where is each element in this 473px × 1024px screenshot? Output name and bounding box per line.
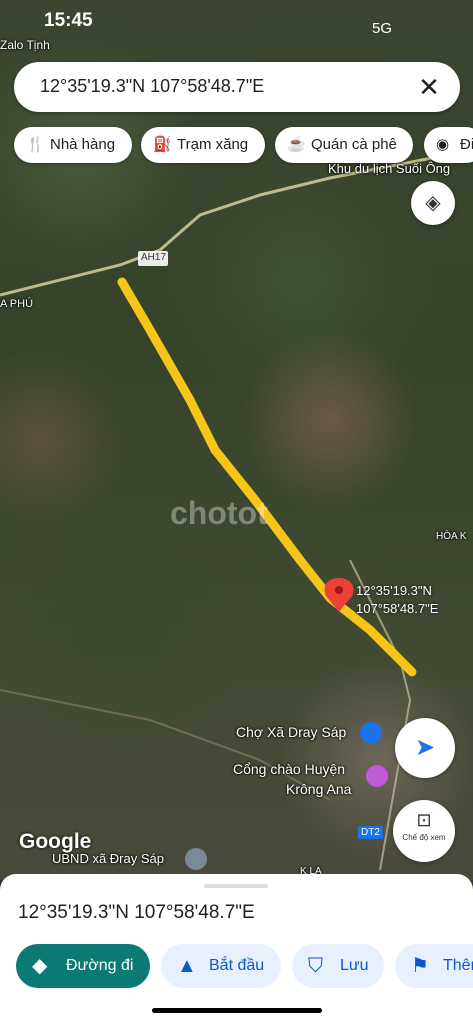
gas-station-icon: ⛽ <box>153 136 172 153</box>
home-indicator[interactable] <box>152 1008 322 1013</box>
attraction-icon: ◉ <box>436 136 450 153</box>
pin-lat: 12°35'19.3"N <box>356 583 432 598</box>
map-label-district: HÒA K <box>436 531 467 542</box>
coffee-icon: ☕ <box>287 136 306 153</box>
directions-icon: ◆ <box>32 955 48 977</box>
layers-icon: ◈ <box>425 192 441 214</box>
road-shield-dt2: DT2 <box>358 826 383 839</box>
map-label-market[interactable]: Chợ Xã Dray Sáp <box>236 724 346 740</box>
pin-label: 12°35'19.3"N 107°58'48.7"E <box>356 582 438 618</box>
map-label-gate-1[interactable]: Cổng chào Huyện <box>233 761 345 777</box>
map-label-gate-2[interactable]: Krông Ana <box>286 781 351 797</box>
chip-label: Quán cà phê <box>311 136 397 153</box>
search-input[interactable]: 12°35'19.3"N 107°58'48.7"E <box>40 76 264 97</box>
sheet-coords: 12°35'19.3"N 107°58'48.7"E <box>18 902 255 923</box>
chip-attraction[interactable]: ◉ Đi <box>424 127 473 163</box>
pin-lon: 107°58'48.7"E <box>356 601 439 616</box>
more-label: Thêm <box>443 957 473 974</box>
bottom-sheet[interactable]: 12°35'19.3"N 107°58'48.7"E ◆ Đường đi ▲ … <box>0 874 473 1024</box>
restaurant-icon: 🍴 <box>26 136 45 153</box>
sheet-handle[interactable] <box>204 884 268 888</box>
watermark: chotot <box>170 495 268 531</box>
close-icon[interactable]: ✕ <box>414 72 444 102</box>
flag-icon: ⚑ <box>411 955 429 977</box>
more-button[interactable]: ⚑ Thêm <box>395 944 473 988</box>
chip-label: Trạm xăng <box>177 136 249 153</box>
directions-label: Đường đi <box>66 957 134 974</box>
chip-label: Nhà hàng <box>50 136 116 153</box>
camera-icon: ⊡ <box>416 810 432 830</box>
map-label-resort[interactable]: Khu du lịch Suối Ông <box>328 161 450 176</box>
chip-restaurant[interactable]: 🍴 Nhà hàng <box>14 127 132 163</box>
map-label-top-left: Zalo Tịnh <box>0 38 50 52</box>
my-location-button[interactable]: ➤ <box>395 718 455 778</box>
status-time: 15:45 <box>44 10 93 31</box>
search-bar[interactable]: 12°35'19.3"N 107°58'48.7"E ✕ <box>14 62 460 112</box>
map-label-town: A PHÚ <box>0 298 34 310</box>
google-logo: Google <box>19 830 92 853</box>
bookmark-icon: ⛉ <box>308 955 323 977</box>
directions-button[interactable]: ◆ Đường đi <box>16 944 150 988</box>
view-mode-label: Chế độ xem <box>402 833 446 842</box>
chip-coffee[interactable]: ☕ Quán cà phê <box>275 127 413 163</box>
chip-label: Đi <box>460 136 473 153</box>
save-button[interactable]: ⛉ Lưu <box>292 944 384 988</box>
road-shield-ah17: AH17 <box>141 252 167 263</box>
status-network: 5G <box>372 20 393 37</box>
save-label: Lưu <box>340 957 369 974</box>
start-button[interactable]: ▲ Bắt đầu <box>161 944 281 988</box>
start-label: Bắt đầu <box>209 957 265 974</box>
layers-button[interactable]: ◈ <box>411 181 455 225</box>
location-arrow-icon: ➤ <box>414 734 436 761</box>
navigation-icon: ▲ <box>177 955 197 977</box>
view-mode-button[interactable]: ⊡ Chế độ xem <box>393 800 455 862</box>
status-bar: 15:45 5G <box>0 8 473 37</box>
chip-gas-station[interactable]: ⛽ Trạm xăng <box>141 127 265 163</box>
